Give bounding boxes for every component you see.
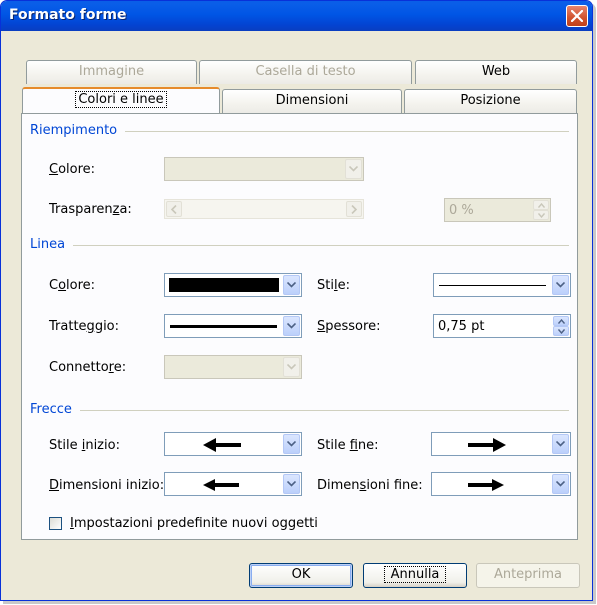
tab-colori-e-linee[interactable]: Colori e linee [22, 87, 220, 113]
transparency-value: 0 % [449, 203, 474, 218]
spin-up-button[interactable] [533, 200, 549, 210]
arrow-right-icon [468, 479, 504, 491]
weight-value: 0,75 pt [438, 319, 485, 334]
line-group-divider [30, 245, 569, 246]
chevron-down-icon [558, 329, 565, 334]
dash-dropdown[interactable] [164, 314, 302, 338]
begin-size-label: Dimensioni inizio: [49, 478, 165, 493]
end-style-dropdown[interactable] [431, 432, 571, 456]
end-size-dropdown[interactable] [431, 472, 571, 496]
chevron-down-icon [287, 323, 296, 329]
line-style-dropdown-button[interactable] [552, 275, 569, 295]
chevron-down-icon [287, 282, 296, 288]
spin-down-button[interactable] [553, 326, 569, 336]
connector-label: Connettore: [49, 360, 127, 375]
fill-color-dropdown[interactable] [164, 157, 364, 181]
format-shape-dialog: Formato forme Immagine Casella di testo … [0, 0, 593, 601]
chevron-left-icon [171, 205, 177, 214]
begin-style-dropdown[interactable] [164, 432, 302, 456]
spin-up-button[interactable] [553, 316, 569, 326]
weight-label: Spessore: [317, 319, 381, 334]
transparency-scroll-left[interactable] [166, 201, 182, 217]
close-icon [571, 10, 583, 22]
connector-dropdown-button[interactable] [283, 357, 300, 377]
end-size-label: Dimensioni fine: [317, 478, 423, 493]
line-style-dropdown[interactable] [433, 273, 571, 297]
line-color-swatch [169, 278, 279, 292]
defaults-checkbox[interactable] [49, 517, 62, 530]
fill-color-dropdown-button[interactable] [345, 159, 362, 179]
end-size-dropdown-button[interactable] [552, 474, 569, 494]
chevron-down-icon [287, 364, 296, 370]
line-group-title: Linea [30, 237, 74, 252]
tab-casella-label: Casella di testo [255, 64, 356, 79]
fill-color-label: Colore: [49, 162, 96, 177]
chevron-down-icon [556, 282, 565, 288]
connector-dropdown[interactable] [164, 355, 302, 379]
defaults-checkbox-label[interactable]: Impostazioni predefinite nuovi oggetti [70, 516, 318, 531]
tab-posizione[interactable]: Posizione [404, 89, 577, 113]
tab-dimensioni-label: Dimensioni [275, 93, 349, 108]
close-button[interactable] [566, 5, 588, 27]
chevron-down-icon [287, 441, 296, 447]
tab-web[interactable]: Web [415, 60, 577, 84]
transparency-scroll-right[interactable] [346, 201, 362, 217]
arrow-left-icon [203, 479, 239, 491]
arrow-left-icon [203, 438, 241, 452]
begin-style-dropdown-button[interactable] [283, 434, 300, 454]
chevron-right-icon [351, 205, 357, 214]
transparency-spinner[interactable]: 0 % [444, 198, 551, 222]
tab-web-label: Web [481, 64, 511, 79]
chevron-down-icon [349, 166, 358, 172]
tab-immagine-label: Immagine [78, 64, 145, 79]
tab-colori-label: Colori e linee [75, 91, 167, 108]
line-color-dropdown-button[interactable] [283, 275, 300, 295]
chevron-down-icon [556, 481, 565, 487]
begin-size-dropdown-button[interactable] [283, 474, 300, 494]
transparency-label: Trasparenza: [49, 202, 132, 217]
line-color-label: Colore: [49, 278, 96, 293]
arrows-group-title: Frecce [30, 402, 80, 417]
ok-button-label: OK [291, 567, 311, 582]
fill-group-title: Riempimento [30, 123, 126, 138]
tab-dimensioni[interactable]: Dimensioni [222, 89, 402, 113]
chevron-up-icon [558, 319, 565, 324]
spin-down-button[interactable] [533, 210, 549, 220]
preview-button-label: Anteprima [493, 567, 563, 582]
begin-style-label: Stile inizio: [49, 438, 120, 453]
transparency-spin-buttons [533, 200, 549, 220]
cancel-button[interactable]: Annulla [363, 563, 467, 588]
title-bar: Formato forme [1, 1, 592, 31]
dash-dropdown-button[interactable] [283, 316, 300, 336]
weight-spinner[interactable]: 0,75 pt [433, 314, 571, 338]
transparency-slider[interactable] [164, 199, 364, 219]
tab-immagine: Immagine [26, 60, 197, 84]
preview-button[interactable]: Anteprima [476, 563, 580, 588]
chevron-up-icon [538, 203, 545, 208]
arrows-group-divider [30, 410, 569, 411]
weight-spin-buttons [553, 316, 569, 336]
end-style-label: Stile fine: [317, 438, 379, 453]
tab-casella-di-testo: Casella di testo [199, 60, 412, 84]
end-style-dropdown-button[interactable] [552, 434, 569, 454]
cancel-button-label: Annulla [383, 566, 447, 583]
begin-size-dropdown[interactable] [164, 472, 302, 496]
dash-preview [170, 325, 277, 328]
line-color-dropdown[interactable] [164, 273, 302, 297]
window-title: Formato forme [9, 7, 127, 23]
chevron-down-icon [556, 441, 565, 447]
tab-posizione-label: Posizione [460, 93, 521, 108]
tab-panel: Riempimento Colore: Trasparenza: 0 % Lin… [21, 113, 578, 540]
line-style-preview [439, 285, 546, 286]
arrow-right-icon [468, 438, 506, 452]
chevron-down-icon [287, 481, 296, 487]
dash-label: Tratteggio: [49, 319, 120, 334]
ok-button[interactable]: OK [249, 563, 353, 588]
line-style-label: Stile: [317, 278, 350, 293]
chevron-down-icon [538, 213, 545, 218]
